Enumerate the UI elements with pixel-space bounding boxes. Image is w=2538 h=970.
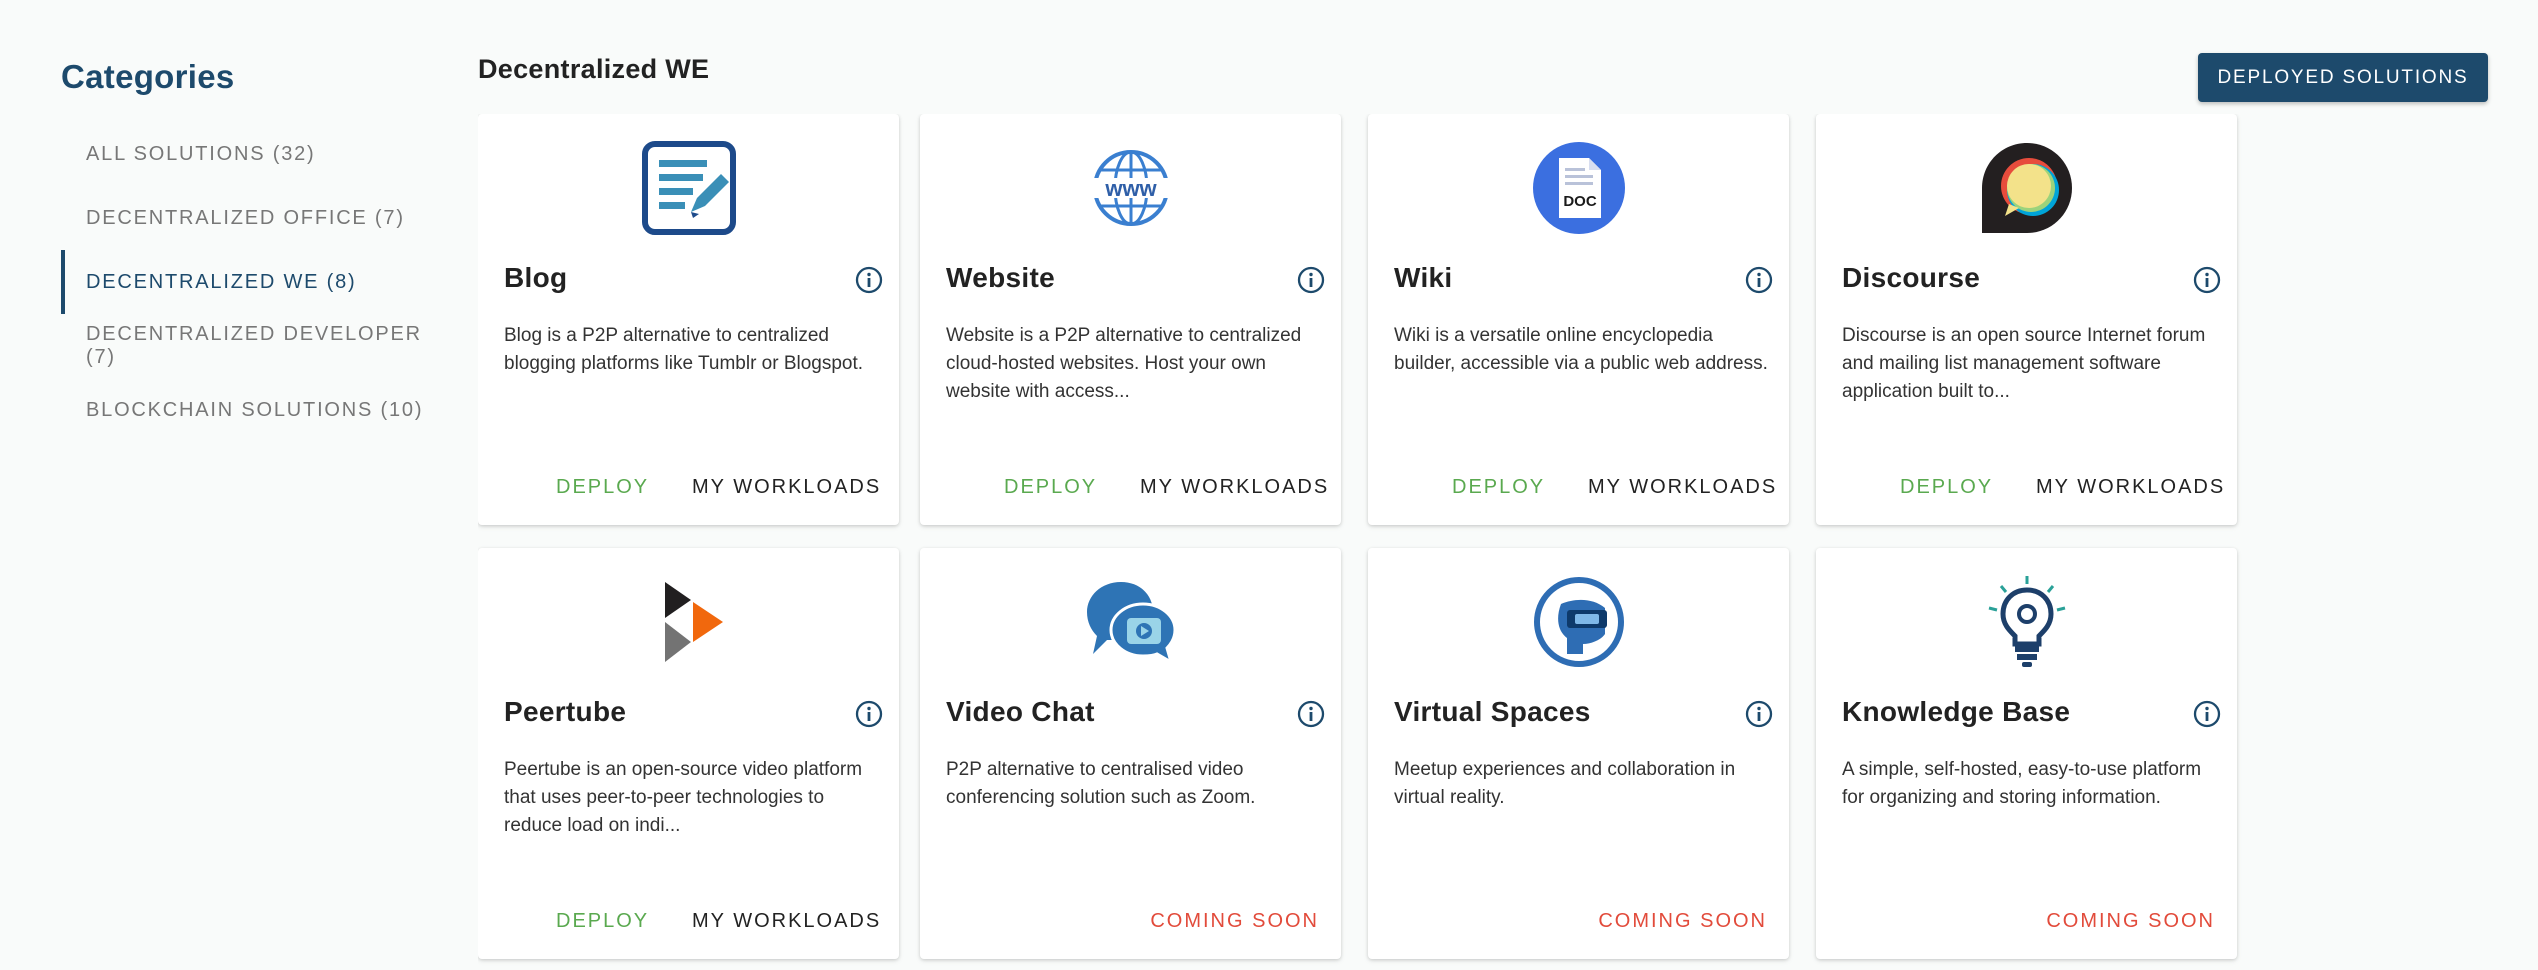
deploy-button[interactable]: DEPLOY bbox=[1900, 476, 1993, 499]
card-description: Discourse is an open source Internet for… bbox=[1842, 325, 2206, 402]
card-title: Peertube bbox=[504, 696, 627, 727]
solution-card-wiki: DOC Wiki Wiki is a versatile online ency… bbox=[1368, 114, 1789, 525]
card-description: Blog is a P2P alternative to centralized… bbox=[504, 325, 864, 374]
solution-card-video-chat: Video Chat P2P alternative to centralise… bbox=[920, 548, 1341, 959]
lightbulb-icon bbox=[1816, 574, 2237, 674]
discourse-icon bbox=[1816, 140, 2237, 240]
card-title: Wiki bbox=[1394, 262, 1453, 293]
category-decentralized-office[interactable]: DECENTRALIZED OFFICE (7) bbox=[61, 186, 441, 250]
my-workloads-button[interactable]: MY WORKLOADS bbox=[1140, 476, 1329, 499]
my-workloads-button[interactable]: MY WORKLOADS bbox=[2036, 476, 2225, 499]
www-globe-icon: www bbox=[920, 140, 1341, 240]
info-icon[interactable] bbox=[1744, 699, 1774, 729]
deployed-solutions-button[interactable]: DEPLOYED SOLUTIONS bbox=[2198, 53, 2488, 102]
card-description: Wiki is a versatile online encyclopedia … bbox=[1394, 325, 1768, 374]
peertube-icon bbox=[478, 574, 899, 674]
info-icon[interactable] bbox=[854, 699, 884, 729]
deploy-button[interactable]: DEPLOY bbox=[556, 910, 649, 933]
categories-sidebar: Categories ALL SOLUTIONS (32) DECENTRALI… bbox=[61, 50, 441, 442]
card-description: Peertube is an open-source video platfor… bbox=[504, 759, 863, 836]
info-icon[interactable] bbox=[1296, 265, 1326, 295]
my-workloads-button[interactable]: MY WORKLOADS bbox=[1588, 476, 1777, 499]
info-icon[interactable] bbox=[1296, 699, 1326, 729]
solution-card-virtual-spaces: Virtual Spaces Meetup experiences and co… bbox=[1368, 548, 1789, 959]
card-title: Discourse bbox=[1842, 262, 1981, 293]
info-icon[interactable] bbox=[2192, 265, 2222, 295]
card-title: Website bbox=[946, 262, 1055, 293]
video-chat-icon bbox=[920, 574, 1341, 674]
solution-card-knowledge-base: Knowledge Base A simple, self-hosted, ea… bbox=[1816, 548, 2237, 959]
category-list: ALL SOLUTIONS (32) DECENTRALIZED OFFICE … bbox=[61, 122, 441, 442]
svg-text:DOC: DOC bbox=[1563, 193, 1597, 210]
vr-headset-icon bbox=[1368, 574, 1789, 674]
blog-icon bbox=[478, 140, 899, 240]
card-title: Video Chat bbox=[946, 696, 1095, 727]
card-description: Meetup experiences and collaboration in … bbox=[1394, 759, 1736, 808]
coming-soon-label: COMING SOON bbox=[1150, 910, 1319, 932]
card-title: Knowledge Base bbox=[1842, 696, 2071, 727]
solution-card-discourse: Discourse Discourse is an open source In… bbox=[1816, 114, 2237, 525]
solution-card-blog: Blog Blog is a P2P alternative to centra… bbox=[478, 114, 899, 525]
deploy-button[interactable]: DEPLOY bbox=[556, 476, 649, 499]
coming-soon-label: COMING SOON bbox=[2046, 910, 2215, 932]
solutions-grid: Blog Blog is a P2P alternative to centra… bbox=[478, 114, 2243, 970]
card-description: Website is a P2P alternative to centrali… bbox=[946, 325, 1302, 402]
category-blockchain-solutions[interactable]: BLOCKCHAIN SOLUTIONS (10) bbox=[61, 378, 441, 442]
info-icon[interactable] bbox=[2192, 699, 2222, 729]
deploy-button[interactable]: DEPLOY bbox=[1452, 476, 1545, 499]
card-description: A simple, self-hosted, easy-to-use platf… bbox=[1842, 759, 2202, 808]
category-decentralized-developer[interactable]: DECENTRALIZED DEVELOPER (7) bbox=[61, 314, 441, 378]
category-decentralized-we[interactable]: DECENTRALIZED WE (8) bbox=[61, 250, 441, 314]
card-title: Virtual Spaces bbox=[1394, 696, 1591, 727]
categories-title: Categories bbox=[61, 58, 235, 95]
my-workloads-button[interactable]: MY WORKLOADS bbox=[692, 476, 881, 499]
solution-card-peertube: Peertube Peertube is an open-source vide… bbox=[478, 548, 899, 959]
svg-text:www: www bbox=[1104, 176, 1157, 201]
info-icon[interactable] bbox=[1744, 265, 1774, 295]
solution-card-website: www Website Website is a P2P alternative… bbox=[920, 114, 1341, 525]
category-all-solutions[interactable]: ALL SOLUTIONS (32) bbox=[61, 122, 441, 186]
my-workloads-button[interactable]: MY WORKLOADS bbox=[692, 910, 881, 933]
card-title: Blog bbox=[504, 262, 568, 293]
doc-icon: DOC bbox=[1368, 140, 1789, 240]
deploy-button[interactable]: DEPLOY bbox=[1004, 476, 1097, 499]
info-icon[interactable] bbox=[854, 265, 884, 295]
coming-soon-label: COMING SOON bbox=[1598, 910, 1767, 932]
card-description: P2P alternative to centralised video con… bbox=[946, 759, 1256, 808]
page-title: Decentralized WE bbox=[478, 54, 710, 84]
